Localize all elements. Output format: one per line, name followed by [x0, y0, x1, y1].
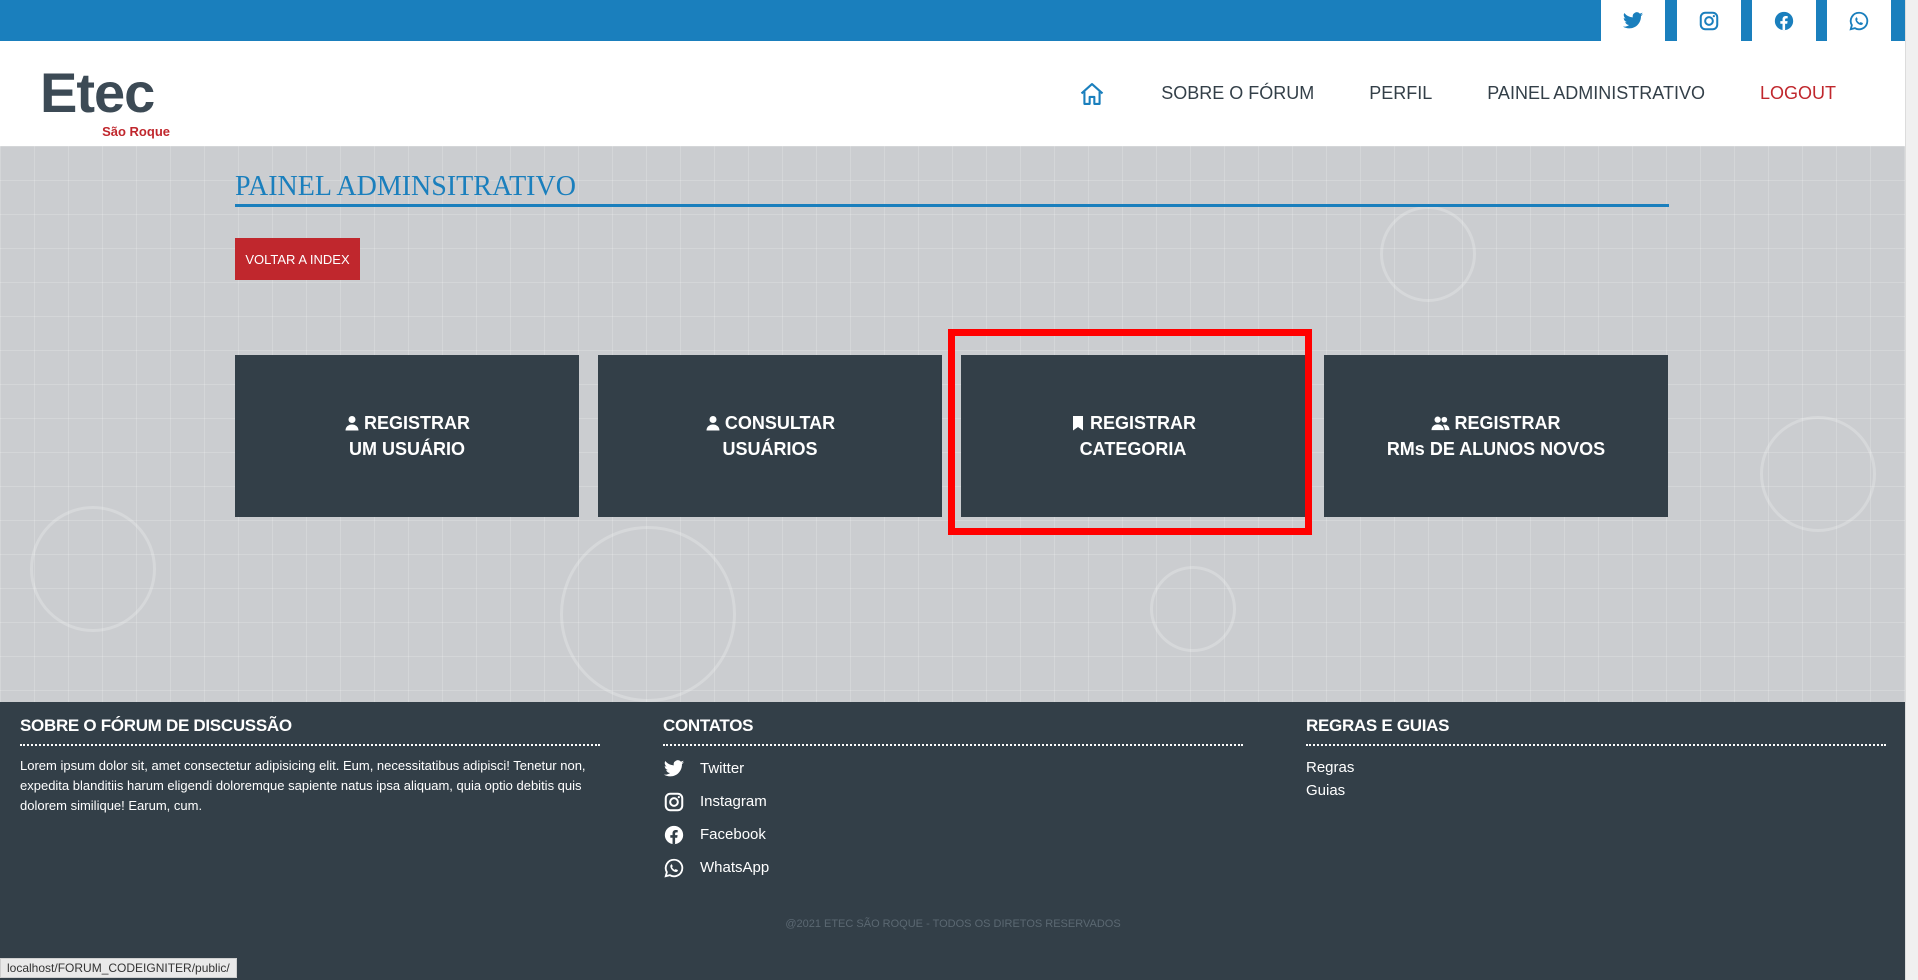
contact-label: Facebook [700, 826, 766, 843]
card-label-line2: UM USUÁRIO [349, 439, 465, 459]
footer-contact-whatsapp[interactable]: WhatsApp [663, 851, 1243, 884]
footer-link-guides[interactable]: Guias [1306, 779, 1886, 802]
nav-admin-panel[interactable]: PAINEL ADMINISTRATIVO [1487, 83, 1705, 104]
main-nav: SOBRE O FÓRUM PERFIL PAINEL ADMINISTRATI… [1023, 41, 1836, 146]
footer-rules-column: REGRAS E GUIAS Regras Guias [1306, 716, 1886, 802]
card-label-line1: REGISTRAR [1454, 413, 1561, 433]
card-label-line2: USUÁRIOS [722, 439, 818, 459]
contact-label: WhatsApp [700, 859, 770, 876]
register-new-student-rms-card[interactable]: REGISTRAR RMs DE ALUNOS NOVOS [1324, 355, 1668, 517]
background-doodle [30, 506, 156, 632]
bookmark-icon [1072, 416, 1083, 431]
footer-about-title: SOBRE O FÓRUM DE DISCUSSÃO [20, 716, 600, 746]
twitter-icon[interactable] [1601, 0, 1665, 41]
consult-users-card[interactable]: CONSULTAR USUÁRIOS [598, 355, 942, 517]
page-title: PAINEL ADMINSITRATIVO [235, 172, 1669, 207]
card-label-line1: CONSULTAR [724, 413, 836, 433]
footer-link-rules[interactable]: Regras [1306, 756, 1886, 779]
footer-about-text: Lorem ipsum dolor sit, amet consectetur … [20, 758, 586, 813]
register-category-card[interactable]: REGISTRAR CATEGORIA [961, 355, 1305, 517]
background-doodle [560, 526, 736, 702]
instagram-icon[interactable] [1677, 0, 1741, 41]
admin-main-area: PAINEL ADMINSITRATIVO VOLTAR A INDEX REG… [0, 146, 1906, 702]
nav-profile[interactable]: PERFIL [1369, 83, 1432, 104]
nav-logout[interactable]: LOGOUT [1760, 83, 1836, 104]
whatsapp-icon [664, 858, 684, 878]
site-footer: SOBRE O FÓRUM DE DISCUSSÃO Lorem ipsum d… [0, 702, 1906, 980]
card-label-line2: CATEGORIA [1079, 439, 1187, 459]
logo-subtitle: São Roque [102, 124, 170, 139]
instagram-icon [664, 792, 684, 811]
background-doodle [1760, 416, 1876, 532]
contact-label: Instagram [700, 793, 767, 810]
logo-text: Etec [40, 61, 155, 124]
footer-about-column: SOBRE O FÓRUM DE DISCUSSÃO Lorem ipsum d… [20, 716, 600, 816]
card-label-line2: RMs DE ALUNOS NOVOS [1386, 439, 1606, 459]
browser-status-url: localhost/FORUM_CODEIGNITER/public/ [0, 958, 237, 978]
register-user-card[interactable]: REGISTRAR UM USUÁRIO [235, 355, 579, 517]
facebook-icon[interactable] [1752, 0, 1816, 41]
top-social-bar [0, 0, 1906, 41]
card-label-line1: REGISTRAR [363, 413, 470, 433]
users-icon [1431, 416, 1451, 431]
background-doodle [1150, 566, 1236, 652]
nav-about[interactable]: SOBRE O FÓRUM [1161, 83, 1314, 104]
footer-contact-twitter[interactable]: Twitter [663, 752, 1243, 785]
facebook-icon [664, 825, 684, 844]
background-doodle [1380, 206, 1476, 302]
home-icon[interactable] [1078, 80, 1106, 108]
user-icon [345, 416, 359, 431]
footer-rules-title: REGRAS E GUIAS [1306, 716, 1886, 746]
contact-label: Twitter [700, 760, 745, 777]
site-header: Etec São Roque SOBRE O FÓRUM PERFIL PAIN… [0, 41, 1906, 146]
footer-contact-facebook[interactable]: Facebook [663, 818, 1243, 851]
back-to-index-button[interactable]: VOLTAR A INDEX [235, 238, 360, 280]
twitter-icon [663, 759, 685, 776]
footer-contacts-column: CONTATOS Twitter Instagram Facebook What… [663, 716, 1243, 884]
footer-contact-instagram[interactable]: Instagram [663, 785, 1243, 818]
user-icon [706, 416, 720, 431]
page-scrollbar[interactable] [1905, 0, 1918, 980]
copyright-text: @2021 ETEC SÃO ROQUE - TODOS OS DIRETOS … [785, 918, 1121, 930]
card-label-line1: REGISTRAR [1089, 413, 1196, 433]
whatsapp-icon[interactable] [1827, 0, 1891, 41]
footer-contacts-title: CONTATOS [663, 716, 1243, 746]
etec-logo[interactable]: Etec São Roque [40, 61, 170, 139]
